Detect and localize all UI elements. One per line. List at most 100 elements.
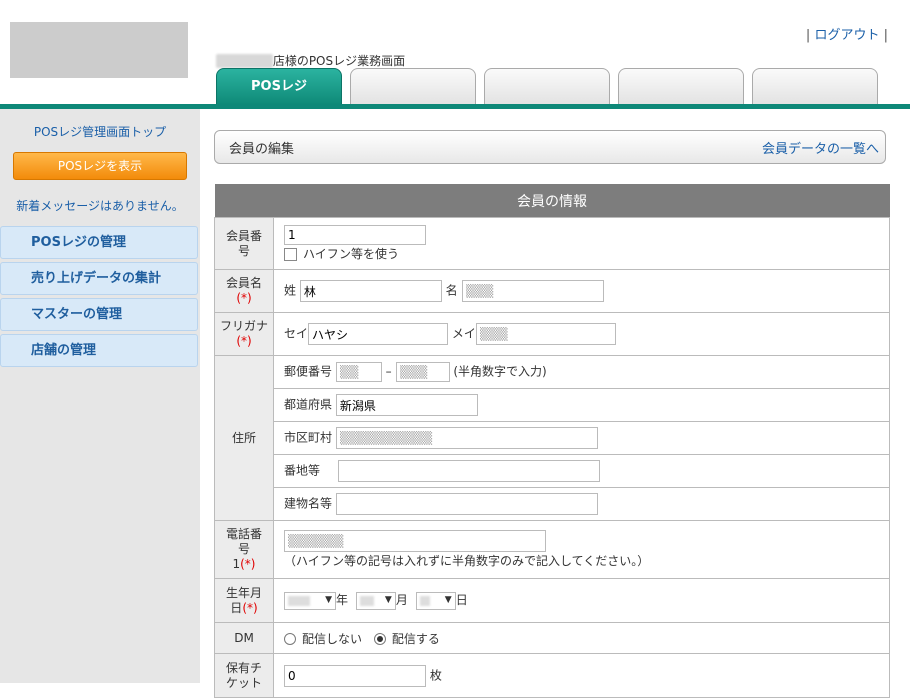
label-text: 会員番 [225,228,262,243]
birth-year-select[interactable]: ▼ [284,591,336,610]
label-tickets: 保有チ ケット [214,653,274,698]
postal-note: (半角数字で入力) [453,364,547,379]
label-phone: 電話番 号 1(*) [214,520,274,579]
dm-no-label: 配信しない [302,631,363,646]
dm-cell: 配信しない 配信する [273,622,890,654]
kana-last-input[interactable] [308,323,449,345]
name-cell: 姓 名 [273,269,890,313]
tab-4[interactable] [618,68,744,104]
city-input[interactable] [335,427,598,449]
last-name-label: 姓 [284,283,297,298]
member-number-cell: ハイフン等を使う [273,217,890,270]
label-text: ナ [256,319,269,333]
phone-cell: （ハイフン等の記号は入れずに半角数字のみで記入してください。） [273,520,890,579]
member-number-input[interactable] [284,225,426,245]
member-list-link[interactable]: 会員データの一覧へ [762,138,879,157]
city-label: 市区町村 [284,430,333,445]
label-member-number: 会員番 号 [214,217,274,270]
tab-2[interactable] [350,68,476,104]
building-input[interactable] [335,493,598,515]
shop-name-redacted: xxxxxxxx [216,54,273,68]
sidebar-menu: POSレジの管理 売り上げデータの集計 マスターの管理 店舗の管理 [0,226,200,367]
birthday-cell: ▼ 年 ▼ 月 ▼ 日 [273,578,890,623]
dm-yes-radio[interactable] [373,633,386,645]
shop-logo [10,22,188,78]
dm-yes-label: 配信する [391,631,440,646]
phone-input[interactable] [284,530,546,552]
label-text: 保有チ [225,660,262,675]
label-text: 号 [237,243,250,258]
prefecture-input[interactable] [335,394,478,416]
show-pos-button[interactable]: POSレジを表示 [13,152,187,180]
tab-5[interactable] [752,68,878,104]
sidebar-top-link[interactable]: POSレジ管理画面トップ [0,123,200,140]
first-name-input[interactable] [461,280,604,302]
section-title: 会員の情報 [214,184,890,218]
member-form: 会員の情報 会員番 号 ハイフン等を使う 会員名 (*) 姓 名 フリガナ (*… [214,184,890,698]
label-text: 電話番 [225,527,262,541]
tab-pos-register[interactable]: POSレジ [216,68,342,104]
sidebar-item-store-management[interactable]: 店舗の管理 [0,334,198,367]
building-label: 建物名等 [284,496,333,511]
hyphen-checkbox[interactable] [284,248,297,261]
birth-month-select[interactable]: ▼ [355,591,396,610]
tickets-input[interactable] [284,664,426,687]
content-header: 会員の編集 会員データの一覧へ [214,130,886,164]
sidebar: POSレジ管理画面トップ POSレジを表示 新着メッセージはありません。 POS… [0,109,200,683]
chevron-down-icon: ▼ [325,594,332,605]
postal-code-1-input[interactable] [335,362,382,382]
hyphen-label: ハイフン等を使う [303,247,400,261]
label-dm: DM [214,622,274,654]
logout-link[interactable]: ログアウト [814,28,879,43]
label-text: 1 [232,557,241,571]
tab-3[interactable] [484,68,610,104]
label-text: 号 [237,542,250,556]
street-label: 番地等 [284,463,321,478]
kana-cell: セイ メイ [273,312,890,356]
row-member-number: 会員番 号 ハイフン等を使う [214,217,890,270]
building-row: 建物名等 [274,488,889,521]
postal-code-2-input[interactable] [395,362,450,382]
city-row: 市区町村 [274,421,889,455]
required-mark: (*) [240,557,256,571]
separator: | [805,28,811,43]
tickets-unit: 枚 [429,668,442,682]
phone-note: （ハイフン等の記号は入れずに半角数字のみで記入してください。） [284,554,650,568]
page-title: 会員の編集 [229,141,295,157]
sidebar-message: 新着メッセージはありません。 [16,199,184,213]
prefecture-label: 都道府県 [284,397,333,412]
required-mark: (*) [236,334,252,348]
row-phone: 電話番 号 1(*) （ハイフン等の記号は入れずに半角数字のみで記入してください… [214,520,890,579]
sidebar-item-pos-management[interactable]: POSレジの管理 [0,226,198,259]
address-table: 郵便番号 – (半角数字で入力) 都道府県 市区町村 番地等 [274,356,889,520]
month-unit: 月 [395,593,408,608]
dm-no-radio[interactable] [284,633,296,645]
required-mark: (*) [242,600,258,615]
tickets-cell: 枚 [273,653,890,698]
label-address: 住所 [214,355,274,521]
kana-first-input[interactable] [475,323,616,345]
row-dm: DM 配信しない 配信する [214,622,890,654]
label-text: 会員名 [225,276,262,290]
page-header-bar: 会員の編集 会員データの一覧へ [214,130,886,164]
birth-day-select[interactable]: ▼ [415,591,456,610]
sidebar-item-master-management[interactable]: マスターの管理 [0,298,198,331]
row-birthday: 生年月 日(*) ▼ 年 ▼ 月 ▼ 日 [214,578,890,623]
address-cell: 郵便番号 – (半角数字で入力) 都道府県 市区町村 番地等 [273,355,890,521]
separator: | [883,28,888,43]
shop-title: xxxxxxxx店様のPOSレジ業務画面 [216,52,405,69]
postal-label: 郵便番号 [284,364,333,379]
street-input[interactable] [337,460,600,482]
chevron-down-icon: ▼ [444,594,452,605]
shop-title-text: 店様のPOSレジ業務画面 [272,54,406,68]
row-tickets: 保有チ ケット 枚 [214,653,890,698]
last-name-input[interactable] [299,280,442,302]
chevron-down-icon: ▼ [384,594,392,605]
kana-last-label: セイ [284,326,309,341]
sidebar-item-sales-summary[interactable]: 売り上げデータの集計 [0,262,198,295]
day-unit: 日 [455,593,468,608]
label-text: 生年月 [225,585,262,600]
label-text: 日 [230,600,243,615]
prefecture-row: 都道府県 [274,388,889,422]
year-unit: 年 [336,593,349,608]
